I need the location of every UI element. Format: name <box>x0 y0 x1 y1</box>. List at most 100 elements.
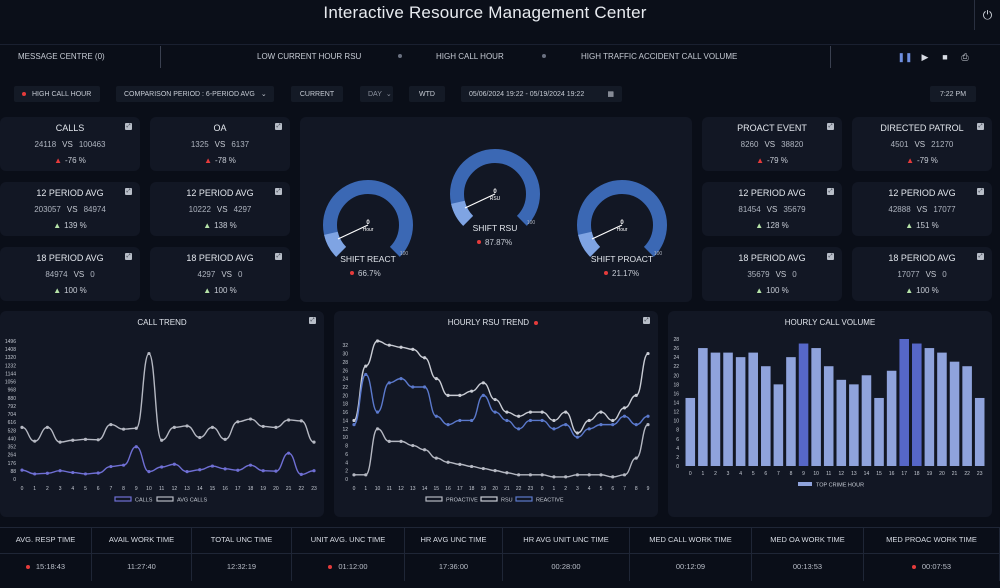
data-point[interactable] <box>261 469 265 473</box>
data-point[interactable] <box>611 475 615 479</box>
data-point[interactable] <box>470 464 474 469</box>
data-point[interactable] <box>387 381 391 385</box>
data-point[interactable] <box>458 418 462 423</box>
data-point[interactable] <box>248 417 253 421</box>
data-point[interactable] <box>446 460 450 464</box>
data-point[interactable] <box>160 438 164 442</box>
expand-icon[interactable]: ⤢ <box>125 123 132 130</box>
data-point[interactable] <box>375 410 380 414</box>
bar[interactable] <box>811 348 821 466</box>
data-point[interactable] <box>481 393 485 397</box>
data-point[interactable] <box>528 473 532 477</box>
expand-icon[interactable]: ⤢ <box>275 253 282 260</box>
data-point[interactable] <box>646 351 650 356</box>
data-point[interactable] <box>364 473 368 477</box>
bar[interactable] <box>773 384 784 466</box>
data-point[interactable] <box>83 437 88 441</box>
data-point[interactable] <box>261 424 265 429</box>
data-point[interactable] <box>599 423 603 427</box>
data-point[interactable] <box>198 435 202 440</box>
data-point[interactable] <box>364 372 368 377</box>
bar[interactable] <box>798 343 809 466</box>
pause-button[interactable]: ❚❚ <box>897 50 912 64</box>
data-point[interactable] <box>83 472 88 476</box>
data-point[interactable] <box>121 463 126 467</box>
data-point[interactable] <box>505 418 509 423</box>
bar[interactable] <box>861 375 872 466</box>
data-point[interactable] <box>611 418 615 423</box>
bar[interactable] <box>924 348 935 466</box>
data-point[interactable] <box>147 470 151 474</box>
bar[interactable] <box>949 361 960 466</box>
data-point[interactable] <box>58 469 62 473</box>
data-point[interactable] <box>172 425 176 429</box>
bar[interactable] <box>748 352 758 466</box>
data-point[interactable] <box>481 381 485 385</box>
data-point[interactable] <box>109 464 113 469</box>
data-point[interactable] <box>274 469 278 473</box>
data-point[interactable] <box>622 414 627 418</box>
bar[interactable] <box>874 397 884 466</box>
data-point[interactable] <box>411 347 415 351</box>
comparison-period-select[interactable]: COMPARISON PERIOD : 6-PERIOD AVG ⌄ <box>116 86 274 102</box>
data-point[interactable] <box>20 468 24 472</box>
data-point[interactable] <box>470 389 474 393</box>
data-point[interactable] <box>375 427 380 431</box>
expand-icon[interactable]: ⤢ <box>827 123 834 130</box>
bar[interactable] <box>710 352 721 466</box>
data-point[interactable] <box>434 456 438 460</box>
data-point[interactable] <box>172 462 176 466</box>
data-point[interactable] <box>540 418 544 423</box>
data-point[interactable] <box>399 439 403 443</box>
data-point[interactable] <box>198 468 202 472</box>
data-point[interactable] <box>210 425 215 429</box>
data-point[interactable] <box>493 397 497 402</box>
data-point[interactable] <box>236 468 240 472</box>
data-point[interactable] <box>528 418 532 423</box>
data-point[interactable] <box>299 472 303 476</box>
data-point[interactable] <box>493 410 497 414</box>
data-point[interactable] <box>20 425 24 429</box>
data-point[interactable] <box>422 385 427 389</box>
data-point[interactable] <box>422 448 427 452</box>
date-range-input[interactable]: 05/06/2024 19:22 - 05/19/2024 19:22 ▦ <box>461 86 622 102</box>
data-point[interactable] <box>458 393 462 397</box>
data-point[interactable] <box>121 427 126 431</box>
bar[interactable] <box>685 397 696 466</box>
data-point[interactable] <box>564 475 568 479</box>
data-point[interactable] <box>575 431 580 435</box>
current-button[interactable]: CURRENT <box>291 86 343 102</box>
print-button[interactable]: ⎙ <box>958 50 972 64</box>
data-point[interactable] <box>411 385 415 389</box>
data-point[interactable] <box>505 410 509 414</box>
data-point[interactable] <box>58 440 62 444</box>
data-point[interactable] <box>575 473 580 477</box>
data-point[interactable] <box>223 467 227 471</box>
bar[interactable] <box>698 348 708 466</box>
bar[interactable] <box>723 352 733 466</box>
data-point[interactable] <box>564 423 568 427</box>
data-point[interactable] <box>399 345 403 349</box>
data-point[interactable] <box>540 473 544 477</box>
bar[interactable] <box>937 352 947 466</box>
expand-icon[interactable]: ⤢ <box>977 253 984 260</box>
expand-icon[interactable]: ⤢ <box>275 188 282 195</box>
bar[interactable] <box>974 397 985 466</box>
data-point[interactable] <box>634 423 638 427</box>
data-point[interactable] <box>493 469 497 473</box>
expand-icon[interactable]: ⤢ <box>827 253 834 260</box>
data-point[interactable] <box>312 469 316 473</box>
data-point[interactable] <box>411 443 415 448</box>
data-point[interactable] <box>287 451 291 455</box>
data-point[interactable] <box>387 343 391 347</box>
data-point[interactable] <box>185 470 189 474</box>
power-button[interactable]: ⏻ <box>974 0 1000 30</box>
data-point[interactable] <box>109 422 113 427</box>
expand-icon[interactable]: ⤢ <box>977 123 984 130</box>
data-point[interactable] <box>611 423 615 427</box>
data-point[interactable] <box>564 410 568 414</box>
expand-icon[interactable]: ⤢ <box>309 317 316 324</box>
stop-button[interactable]: ■ <box>938 50 952 64</box>
data-point[interactable] <box>587 427 591 431</box>
data-point[interactable] <box>399 377 403 381</box>
